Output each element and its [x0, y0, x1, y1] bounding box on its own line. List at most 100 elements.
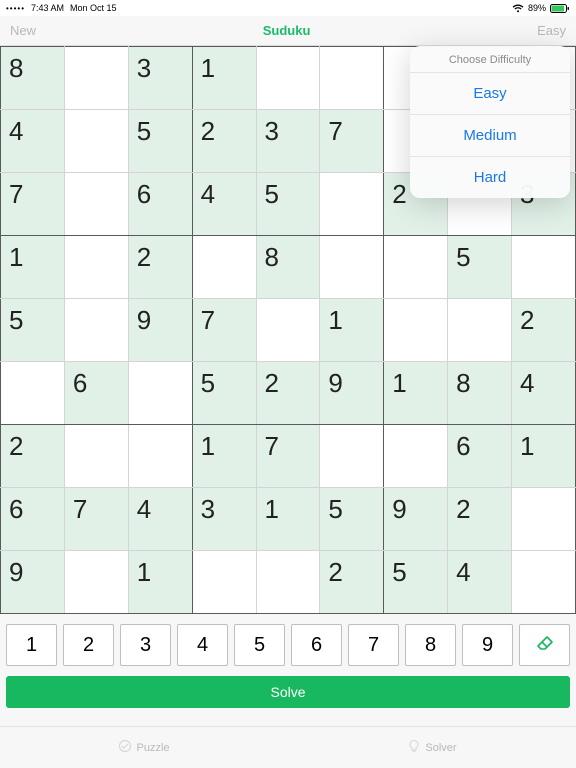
number-pad: 123456789 [0, 614, 576, 672]
cell-r8-c6[interactable]: 5 [384, 551, 448, 614]
cell-r4-c5[interactable]: 1 [320, 299, 384, 362]
difficulty-easy[interactable]: Easy [410, 72, 570, 114]
eraser-button[interactable] [519, 624, 570, 666]
numpad-7[interactable]: 7 [348, 624, 399, 666]
cell-r1-c3[interactable]: 2 [192, 110, 256, 173]
cell-r3-c4[interactable]: 8 [256, 236, 320, 299]
cell-r5-c4[interactable]: 2 [256, 362, 320, 425]
cell-r8-c4[interactable] [256, 551, 320, 614]
numpad-8[interactable]: 8 [405, 624, 456, 666]
cell-r8-c5[interactable]: 2 [320, 551, 384, 614]
cell-r3-c0[interactable]: 1 [1, 236, 65, 299]
cell-r7-c3[interactable]: 3 [192, 488, 256, 551]
cell-r0-c1[interactable] [64, 47, 128, 110]
cell-r7-c5[interactable]: 5 [320, 488, 384, 551]
cell-r1-c1[interactable] [64, 110, 128, 173]
cell-r1-c0[interactable]: 4 [1, 110, 65, 173]
cell-r0-c2[interactable]: 3 [128, 47, 192, 110]
puzzle-icon [118, 739, 132, 756]
cell-r2-c5[interactable] [320, 173, 384, 236]
cell-r7-c6[interactable]: 9 [384, 488, 448, 551]
numpad-1[interactable]: 1 [6, 624, 57, 666]
cell-r6-c4[interactable]: 7 [256, 425, 320, 488]
cell-r5-c1[interactable]: 6 [64, 362, 128, 425]
numpad-4[interactable]: 4 [177, 624, 228, 666]
cell-r4-c2[interactable]: 9 [128, 299, 192, 362]
cell-r5-c8[interactable]: 4 [512, 362, 576, 425]
cell-r5-c3[interactable]: 5 [192, 362, 256, 425]
cell-r4-c1[interactable] [64, 299, 128, 362]
cell-r2-c0[interactable]: 7 [1, 173, 65, 236]
cell-r4-c8[interactable]: 2 [512, 299, 576, 362]
cell-r4-c6[interactable] [384, 299, 448, 362]
status-bar: ••••• 7:43 AM Mon Oct 15 89% [0, 0, 576, 16]
cell-r4-c3[interactable]: 7 [192, 299, 256, 362]
cell-r0-c0[interactable]: 8 [1, 47, 65, 110]
numpad-3[interactable]: 3 [120, 624, 171, 666]
cell-r2-c4[interactable]: 5 [256, 173, 320, 236]
cell-r3-c6[interactable] [384, 236, 448, 299]
cell-r6-c6[interactable] [384, 425, 448, 488]
cell-r8-c7[interactable]: 4 [448, 551, 512, 614]
numpad-6[interactable]: 6 [291, 624, 342, 666]
tab-puzzle[interactable]: Puzzle [0, 727, 288, 768]
difficulty-button[interactable]: Easy [537, 23, 566, 38]
cell-r7-c8[interactable] [512, 488, 576, 551]
cell-r7-c2[interactable]: 4 [128, 488, 192, 551]
numpad-5[interactable]: 5 [234, 624, 285, 666]
cell-r4-c0[interactable]: 5 [1, 299, 65, 362]
numpad-2[interactable]: 2 [63, 624, 114, 666]
cell-r3-c1[interactable] [64, 236, 128, 299]
cell-r2-c2[interactable]: 6 [128, 173, 192, 236]
new-button[interactable]: New [10, 23, 36, 38]
cell-r0-c4[interactable] [256, 47, 320, 110]
cell-r6-c5[interactable] [320, 425, 384, 488]
cell-r7-c1[interactable]: 7 [64, 488, 128, 551]
cell-r6-c8[interactable]: 1 [512, 425, 576, 488]
cell-r6-c2[interactable] [128, 425, 192, 488]
numpad-9[interactable]: 9 [462, 624, 513, 666]
status-time: 7:43 AM [31, 3, 64, 13]
cell-r4-c7[interactable] [448, 299, 512, 362]
cell-r2-c1[interactable] [64, 173, 128, 236]
cell-r6-c0[interactable]: 2 [1, 425, 65, 488]
cell-r1-c2[interactable]: 5 [128, 110, 192, 173]
cell-r2-c3[interactable]: 4 [192, 173, 256, 236]
cell-r8-c8[interactable] [512, 551, 576, 614]
cell-r6-c1[interactable] [64, 425, 128, 488]
cell-r3-c7[interactable]: 5 [448, 236, 512, 299]
cell-r5-c5[interactable]: 9 [320, 362, 384, 425]
solve-button[interactable]: Solve [6, 676, 570, 708]
cell-r3-c2[interactable]: 2 [128, 236, 192, 299]
cell-r8-c1[interactable] [64, 551, 128, 614]
cell-r3-c5[interactable] [320, 236, 384, 299]
nav-bar: New Suduku Easy [0, 16, 576, 46]
tab-solver-label: Solver [425, 742, 456, 754]
cell-r4-c4[interactable] [256, 299, 320, 362]
difficulty-hard[interactable]: Hard [410, 156, 570, 198]
cell-r7-c7[interactable]: 2 [448, 488, 512, 551]
cell-r3-c8[interactable] [512, 236, 576, 299]
cell-r1-c5[interactable]: 7 [320, 110, 384, 173]
difficulty-popover: Choose Difficulty Easy Medium Hard [410, 46, 570, 198]
cell-r5-c6[interactable]: 1 [384, 362, 448, 425]
popover-header: Choose Difficulty [410, 46, 570, 72]
cell-r7-c4[interactable]: 1 [256, 488, 320, 551]
tab-solver[interactable]: Solver [288, 727, 576, 768]
cell-r7-c0[interactable]: 6 [1, 488, 65, 551]
difficulty-medium[interactable]: Medium [410, 114, 570, 156]
status-right: 89% [512, 3, 570, 13]
cell-r0-c5[interactable] [320, 47, 384, 110]
cell-r8-c0[interactable]: 9 [1, 551, 65, 614]
cell-r8-c3[interactable] [192, 551, 256, 614]
cell-r3-c3[interactable] [192, 236, 256, 299]
cell-r6-c7[interactable]: 6 [448, 425, 512, 488]
eraser-icon [536, 634, 554, 657]
cell-r8-c2[interactable]: 1 [128, 551, 192, 614]
cell-r1-c4[interactable]: 3 [256, 110, 320, 173]
cell-r5-c2[interactable] [128, 362, 192, 425]
cell-r5-c7[interactable]: 8 [448, 362, 512, 425]
cell-r5-c0[interactable] [1, 362, 65, 425]
cell-r6-c3[interactable]: 1 [192, 425, 256, 488]
cell-r0-c3[interactable]: 1 [192, 47, 256, 110]
